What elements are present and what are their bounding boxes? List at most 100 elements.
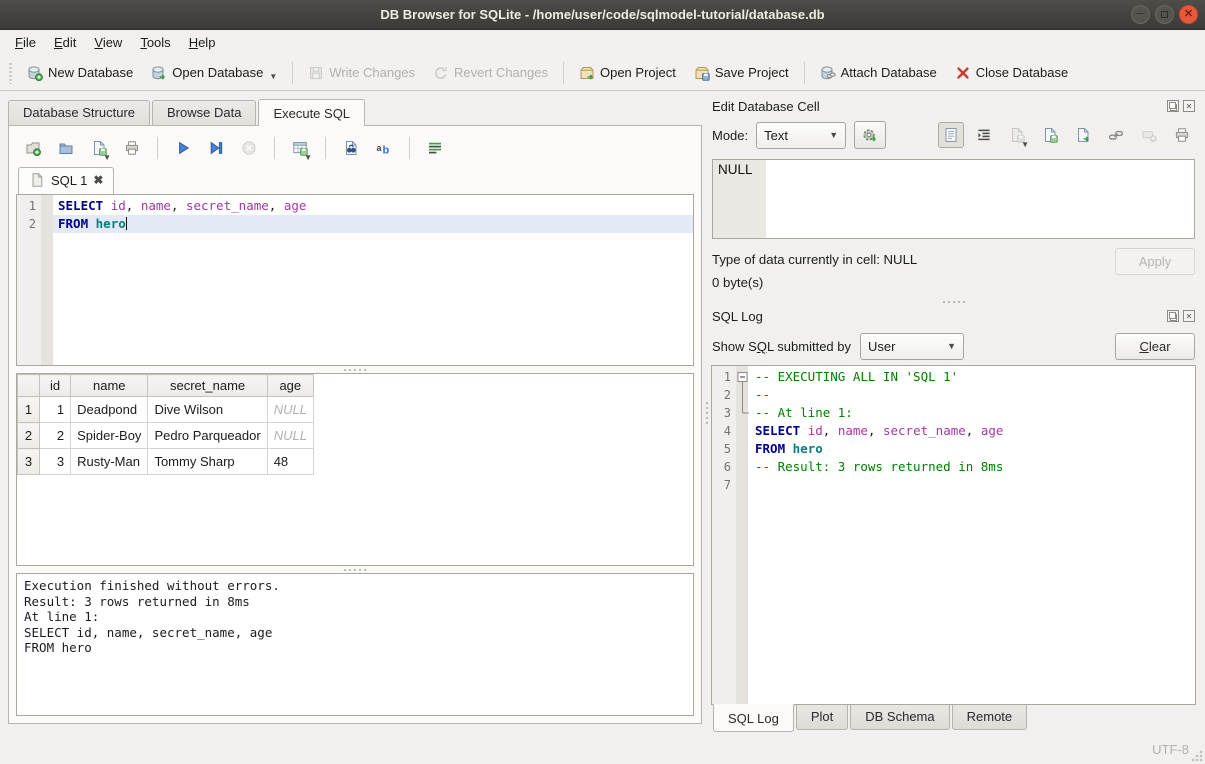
table-cell[interactable]: Dive Wilson xyxy=(148,397,267,423)
sql-editor[interactable]: 1SELECT id, name, secret_name, age2FROM … xyxy=(16,194,694,366)
close-database-button[interactable]: Close Database xyxy=(947,61,1077,85)
open-sql-file-button[interactable] xyxy=(53,135,79,161)
execute-all-button[interactable] xyxy=(170,135,196,161)
fold-marker-icon[interactable] xyxy=(736,368,750,386)
set-null-button[interactable] xyxy=(1136,122,1162,148)
menu-item-help[interactable]: Help xyxy=(180,32,225,53)
menu-item-view[interactable]: View xyxy=(85,32,131,53)
apply-button[interactable]: Apply xyxy=(1115,248,1195,275)
minimize-button[interactable]: ─ xyxy=(1131,5,1150,24)
tab-db-schema[interactable]: DB Schema xyxy=(850,705,949,730)
splitter-handle[interactable] xyxy=(16,566,694,573)
execute-current-line-button[interactable] xyxy=(203,135,229,161)
menu-item-tools[interactable]: Tools xyxy=(131,32,179,53)
dock-float-icon[interactable] xyxy=(1167,100,1179,112)
import-data-button[interactable]: ▼ xyxy=(1004,122,1030,148)
cell-editor[interactable]: NULL xyxy=(712,159,1195,239)
word-wrap-button[interactable] xyxy=(971,122,997,148)
chevron-down-icon[interactable]: ▼ xyxy=(269,72,277,81)
save-project-button[interactable]: Save Project xyxy=(686,61,797,85)
chevron-down-icon[interactable]: ▼ xyxy=(103,153,111,162)
auto-mode-button[interactable] xyxy=(854,121,886,149)
column-header-age[interactable]: age xyxy=(267,375,313,397)
table-cell[interactable]: Spider-Boy xyxy=(71,423,148,449)
table-cell[interactable]: 1 xyxy=(40,397,71,423)
open-sql-tab-button[interactable] xyxy=(20,135,46,161)
sql-token: name xyxy=(838,423,868,438)
save-sql-file-button[interactable]: ▼ xyxy=(86,135,112,161)
tab-sql-log[interactable]: SQL Log xyxy=(713,704,794,732)
text-mode-button[interactable] xyxy=(938,122,964,148)
dock-close-icon[interactable]: ✕ xyxy=(1183,310,1195,322)
new-database-button[interactable]: New Database xyxy=(19,61,141,85)
tab-database-structure[interactable]: Database Structure xyxy=(8,100,150,125)
row-header[interactable]: 3 xyxy=(18,449,40,475)
log-filter-select[interactable]: User ▼ xyxy=(860,333,964,360)
close-tab-icon[interactable]: ✖ xyxy=(93,173,103,187)
close-button[interactable]: ✕ xyxy=(1179,5,1198,24)
maximize-button[interactable] xyxy=(1155,5,1174,24)
execution-message[interactable]: Execution finished without errors. Resul… xyxy=(16,573,694,716)
row-header[interactable]: 1 xyxy=(18,397,40,423)
sql-document-tab[interactable]: SQL 1 ✖ xyxy=(18,167,114,194)
chevron-down-icon[interactable]: ▼ xyxy=(1021,140,1029,149)
export-data-button[interactable] xyxy=(1070,122,1096,148)
table-cell[interactable]: 48 xyxy=(267,449,313,475)
table-cell[interactable]: NULL xyxy=(267,397,313,423)
column-header-secret-name[interactable]: secret_name xyxy=(148,375,267,397)
row-header[interactable]: 2 xyxy=(18,423,40,449)
splitter-handle[interactable] xyxy=(16,366,694,373)
save-as-button[interactable] xyxy=(1037,122,1063,148)
sql-token xyxy=(103,198,111,213)
print-button[interactable] xyxy=(119,135,145,161)
table-cell[interactable]: 3 xyxy=(40,449,71,475)
resize-grip[interactable] xyxy=(1191,750,1203,762)
toolbar-grip[interactable] xyxy=(7,62,14,84)
clear-button[interactable]: Clear xyxy=(1115,333,1195,360)
line-number: 2 xyxy=(17,215,41,233)
splitter-handle[interactable] xyxy=(711,298,1196,305)
chevron-down-icon[interactable]: ▼ xyxy=(304,153,312,162)
word-wrap-button[interactable] xyxy=(422,135,448,161)
open-sql-tab-icon xyxy=(25,140,41,156)
table-cell[interactable]: Rusty-Man xyxy=(71,449,148,475)
format-sql-button[interactable]: ab xyxy=(371,135,397,161)
tab-execute-sql[interactable]: Execute SQL xyxy=(258,99,365,126)
write-changes-button[interactable]: Write Changes xyxy=(300,61,423,85)
table-cell[interactable]: 2 xyxy=(40,423,71,449)
menu-item-file[interactable]: File xyxy=(6,32,45,53)
fold-marker-icon[interactable] xyxy=(736,404,750,422)
sql-log-view[interactable]: 1-- EXECUTING ALL IN 'SQL 1'2--3-- At li… xyxy=(711,365,1196,705)
results-table: idnamesecret_nameage11DeadpondDive Wilso… xyxy=(17,374,314,475)
code-text: FROM hero xyxy=(750,440,1195,458)
sql-token: FROM xyxy=(755,441,785,456)
attach-database-button[interactable]: Attach Database xyxy=(812,61,945,85)
corner-header[interactable] xyxy=(18,375,40,397)
menu-item-edit[interactable]: Edit xyxy=(45,32,85,53)
left-pane: Database StructureBrowse DataExecute SQL… xyxy=(0,91,702,734)
tab-remote[interactable]: Remote xyxy=(952,705,1028,730)
stop-execution-button[interactable] xyxy=(236,135,262,161)
find-replace-button[interactable] xyxy=(338,135,364,161)
column-header-id[interactable]: id xyxy=(40,375,71,397)
open-database-button[interactable]: Open Database▼ xyxy=(143,61,285,85)
code-text xyxy=(750,476,1195,494)
column-header-name[interactable]: name xyxy=(71,375,148,397)
panel-splitter[interactable] xyxy=(702,91,711,734)
table-cell[interactable]: Deadpond xyxy=(71,397,148,423)
print-cell-button[interactable] xyxy=(1169,122,1195,148)
copy-link-button[interactable] xyxy=(1103,122,1129,148)
save-results-button[interactable]: ▼ xyxy=(287,135,313,161)
open-project-button[interactable]: Open Project xyxy=(571,61,684,85)
tab-browse-data[interactable]: Browse Data xyxy=(152,100,256,125)
line-number: 4 xyxy=(712,422,736,440)
table-cell[interactable]: Tommy Sharp xyxy=(148,449,267,475)
dock-float-icon[interactable] xyxy=(1167,310,1179,322)
fold-marker-icon[interactable] xyxy=(736,386,750,404)
table-cell[interactable]: Pedro Parqueador xyxy=(148,423,267,449)
revert-changes-button[interactable]: Revert Changes xyxy=(425,61,556,85)
mode-select[interactable]: Text ▼ xyxy=(756,122,846,149)
dock-close-icon[interactable]: ✕ xyxy=(1183,100,1195,112)
table-cell[interactable]: NULL xyxy=(267,423,313,449)
tab-plot[interactable]: Plot xyxy=(796,705,848,730)
